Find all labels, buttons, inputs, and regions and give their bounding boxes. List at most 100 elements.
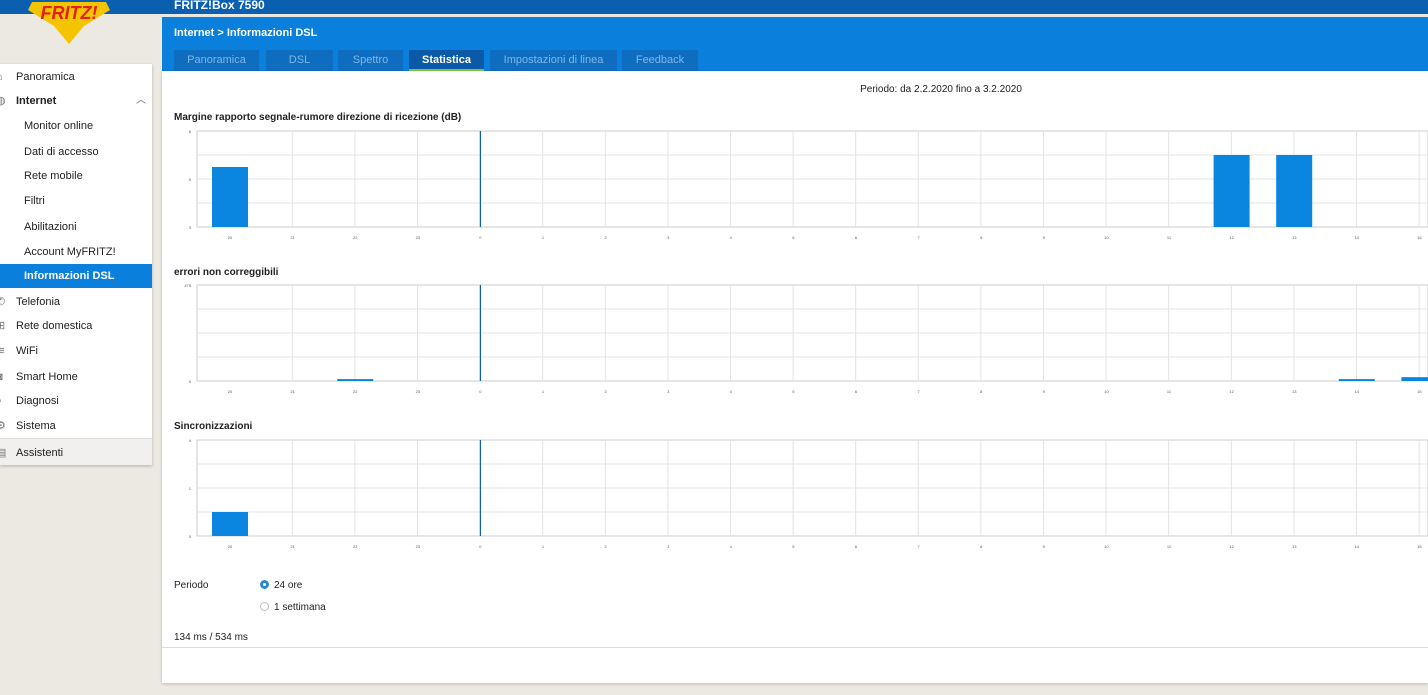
x-tick-label: 13 [1292,235,1297,240]
y-tick-label: 475 [184,283,191,288]
x-tick-label: 10 [1104,235,1109,240]
sidebar-item-rete-domestica[interactable]: ⊞ Rete domestica [0,314,152,338]
sidebar-item-monitor-online[interactable]: Monitor online [0,114,152,138]
y-tick-label: 6 [189,129,192,134]
x-tick-label: 15 [1417,235,1422,240]
bar [337,379,374,381]
radio-1-settimana[interactable] [260,602,269,611]
sidebar-item-label: Rete mobile [24,170,83,182]
sidebar-item-label: Account MyFRITZ! [24,246,116,258]
sidebar-item-abilitazioni[interactable]: Abilitazioni [0,215,152,239]
x-tick-label: 23 [416,235,421,240]
x-tick-label: 8 [980,544,983,549]
chart-title-snr: Margine rapporto segnale-rumore direzion… [174,112,462,123]
tab-spettro[interactable]: Spettro [338,50,403,71]
sidebar-item-panoramica[interactable]: ⌂ Panoramica [0,65,152,89]
sidebar-item-account-myfritz[interactable]: Account MyFRITZ! [0,240,152,264]
radio-1-settimana-label[interactable]: 1 settimana [274,602,326,613]
x-tick-label: 3 [667,544,670,549]
tab-statistica[interactable]: Statistica [409,50,484,71]
x-tick-label: 11 [1167,235,1172,240]
x-tick-label: 7 [917,389,920,394]
sidebar-item-internet[interactable]: ◍ Internet ︿ [0,89,152,113]
x-tick-label: 22 [353,389,358,394]
sidebar-item-label: Abilitazioni [24,221,77,233]
sidebar: ⌂ Panoramica ◍ Internet ︿ Monitor online… [0,64,152,465]
sidebar-item-label: Monitor online [24,120,94,132]
x-tick-label: 14 [1355,389,1360,394]
fritz-logo[interactable]: FRITZ! [24,0,114,46]
sidebar-item-filtri[interactable]: Filtri [0,189,152,213]
tab-panoramica[interactable]: Panoramica [174,50,259,71]
x-tick-label: 4 [730,389,733,394]
x-tick-label: 5 [792,544,795,549]
sidebar-item-diagnosi[interactable]: ⌕ Diagnosi [0,389,152,413]
x-tick-label: 14 [1355,235,1360,240]
bar [1213,155,1250,227]
sidebar-item-label: Sistema [16,420,56,432]
y-tick-label: 5 [189,177,192,182]
y-tick-label: 0 [189,534,192,539]
x-tick-label: 0 [479,235,482,240]
x-tick-label: 11 [1167,389,1172,394]
diagnosis-icon: ⌕ [0,395,8,407]
chart-title-sincronizzazioni: Sincronizzazioni [174,421,253,432]
sidebar-item-assistenti[interactable]: ▤ Assistenti [0,441,152,465]
x-tick-label: 23 [416,389,421,394]
sidebar-item-smart-home[interactable]: ◙ Smart Home [0,365,152,389]
sidebar-item-label: Telefonia [16,296,61,308]
x-tick-label: 5 [792,235,795,240]
x-tick-label: 6 [855,235,858,240]
radio-24-ore[interactable] [260,580,269,589]
sidebar-item-label: Diagnosi [16,395,59,407]
x-tick-label: 9 [1043,389,1046,394]
sidebar-item-sistema[interactable]: ⚙ Sistema [0,414,152,438]
sidebar-item-informazioni-dsl[interactable]: Informazioni DSL [0,264,152,288]
sidebar-item-telefonia[interactable]: ✆ Telefonia [0,290,152,314]
x-tick-label: 12 [1229,235,1234,240]
wifi-icon: ≋ [0,345,6,357]
x-tick-label: 21 [290,544,295,549]
logo-text: FRITZ! [41,3,98,23]
chevron-up-icon[interactable]: ︿ [136,89,146,113]
smarthome-icon: ◙ [0,371,8,383]
x-tick-label: 1 [542,235,545,240]
bar [212,512,248,536]
x-tick-label: 20 [228,235,233,240]
timing-text: 134 ms / 534 ms [174,632,248,643]
globe-icon: ◍ [0,95,6,107]
x-tick-label: 6 [855,544,858,549]
x-tick-label: 23 [416,544,421,549]
sidebar-item-wifi[interactable]: ≋ WiFi [0,339,152,363]
radio-24-ore-label[interactable]: 24 ore [274,580,302,591]
wizard-icon: ▤ [0,447,7,459]
tab-feedback[interactable]: Feedback [622,50,698,71]
x-tick-label: 2 [604,235,607,240]
x-tick-label: 8 [980,235,983,240]
tab-dsl[interactable]: DSL [266,50,333,71]
x-tick-label: 1 [542,544,545,549]
bar [1338,379,1375,381]
x-tick-label: 1 [542,389,545,394]
period-label: Periodo [174,580,209,591]
x-tick-label: 3 [667,235,670,240]
sidebar-item-rete-mobile[interactable]: Rete mobile [0,164,152,188]
sidebar-item-label: Assistenti [16,447,64,459]
content-header: Internet > Informazioni DSL Panoramica D… [162,17,1428,71]
period-range-text: Periodo: da 2.2.2020 fino a 3.2.2020 [860,84,1022,95]
x-tick-label: 20 [228,389,233,394]
sidebar-item-label: WiFi [16,345,38,357]
x-tick-label: 21 [290,389,295,394]
tab-impostazioni-di-linea[interactable]: Impostazioni di linea [490,50,617,71]
x-tick-label: 12 [1229,544,1234,549]
x-tick-label: 7 [917,544,920,549]
sidebar-item-dati-di-accesso[interactable]: Dati di accesso [0,140,152,164]
x-tick-label: 15 [1417,544,1422,549]
x-tick-label: 7 [917,235,920,240]
sidebar-item-label: Filtri [24,195,45,207]
chart-snr: 35620 21 22 23 0 1 2 3 4 5 6 7 8 9 10 11 12 13 14 15 [189,129,1428,240]
sidebar-item-label: Rete domestica [16,320,93,332]
x-tick-label: 9 [1043,235,1046,240]
x-tick-label: 10 [1104,544,1109,549]
x-tick-label: 15 [1417,389,1422,394]
